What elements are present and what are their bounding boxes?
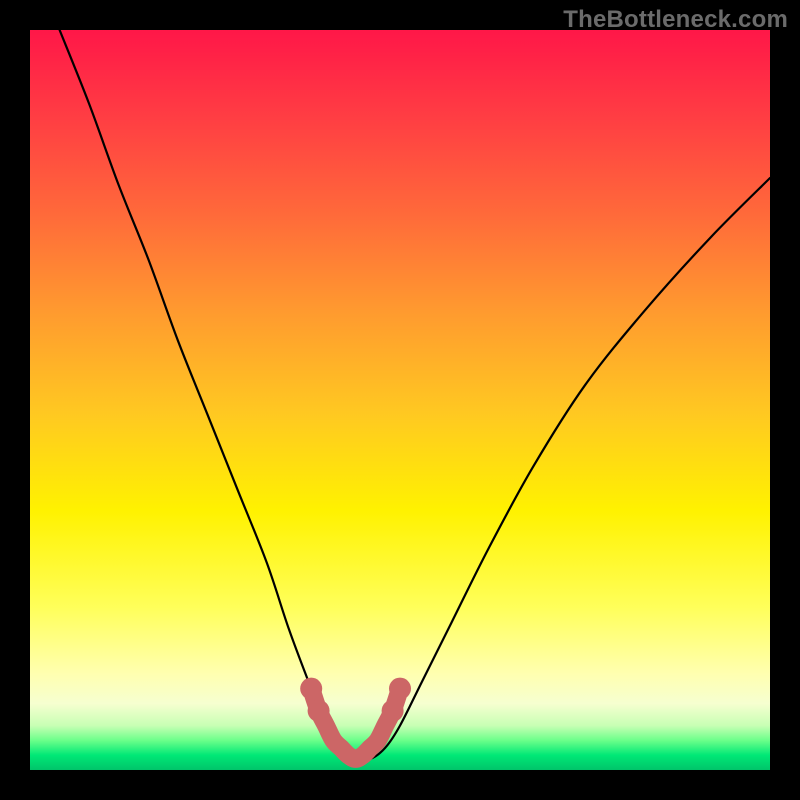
optimal-dot <box>389 678 411 700</box>
optimal-dot <box>300 678 322 700</box>
optimal-dot <box>382 700 404 722</box>
optimal-zone-marker <box>311 689 400 759</box>
bottleneck-curve <box>60 30 770 760</box>
chart-svg <box>30 30 770 770</box>
optimal-dot <box>308 700 330 722</box>
watermark-text: TheBottleneck.com <box>563 6 788 34</box>
plot-area <box>30 30 770 770</box>
chart-frame: TheBottleneck.com <box>0 0 800 800</box>
